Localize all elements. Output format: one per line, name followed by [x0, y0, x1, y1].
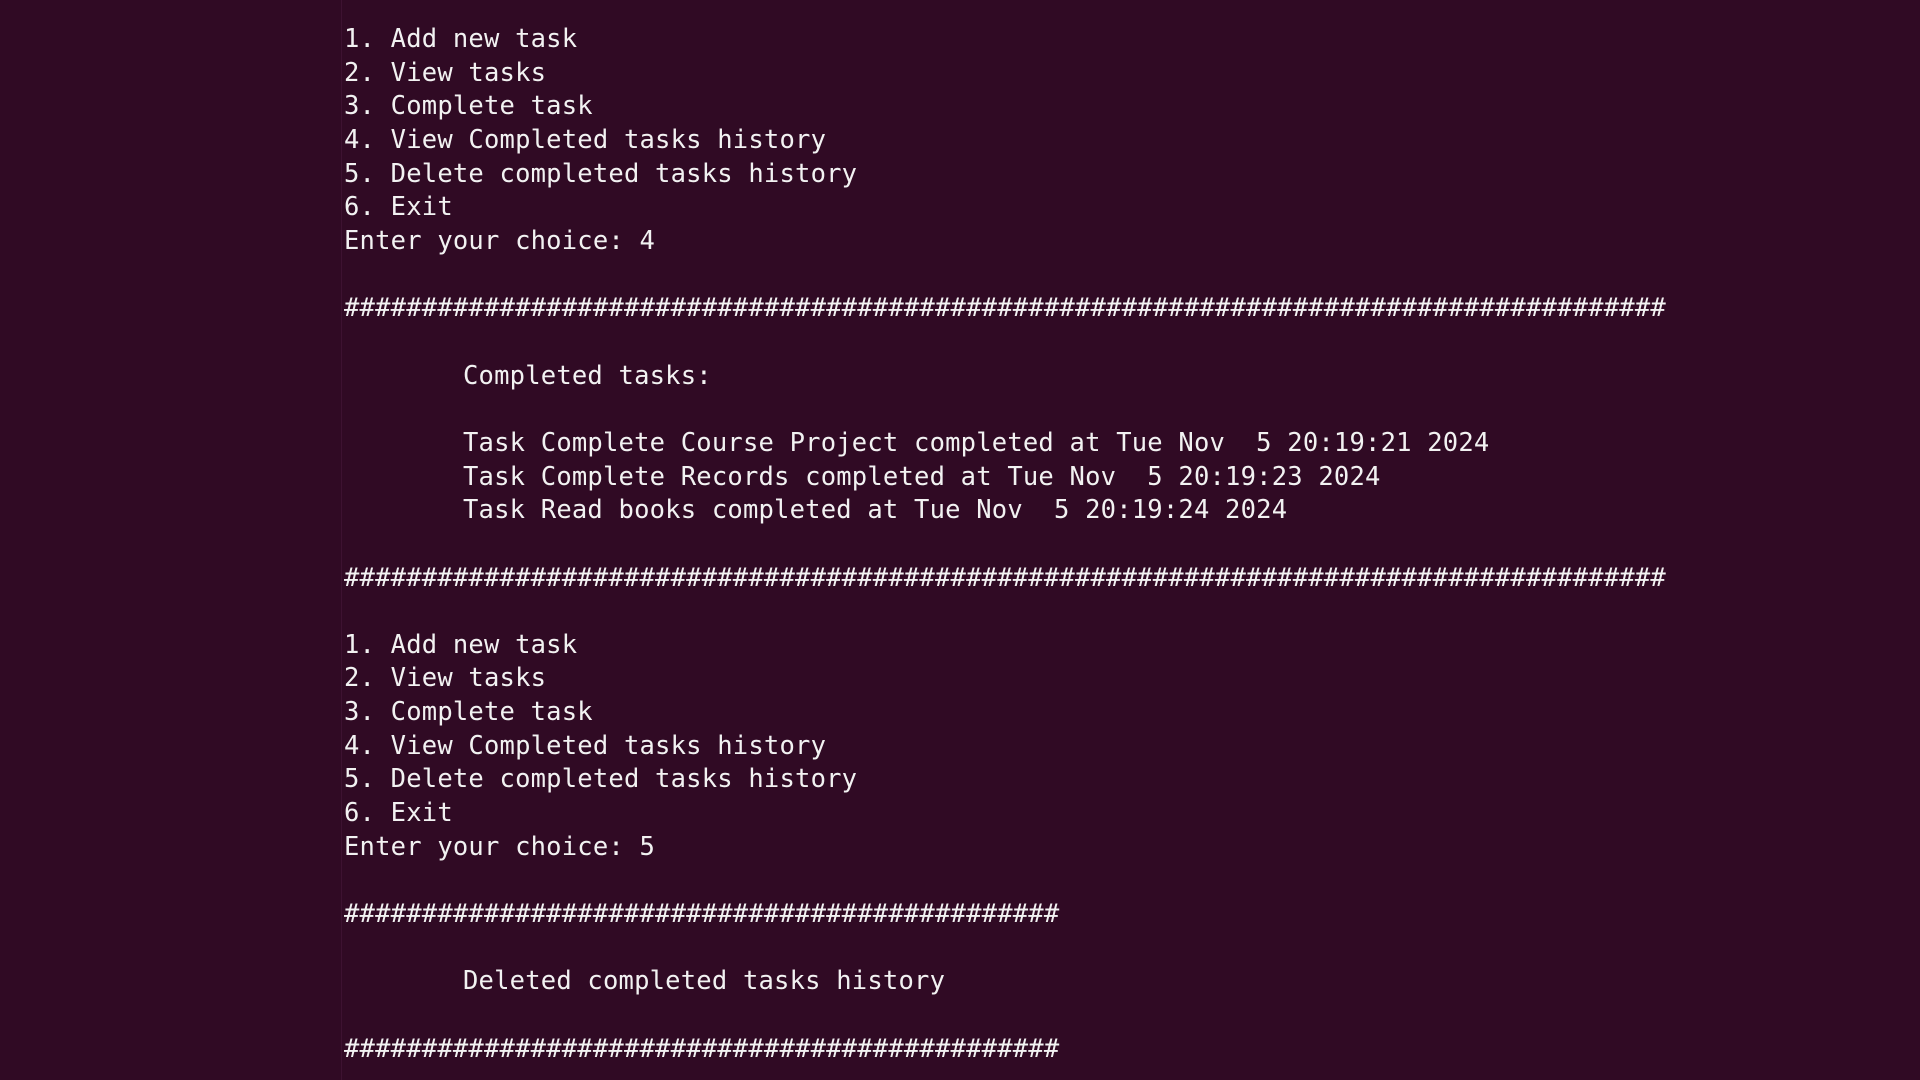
menu-item-exit: 6. Exit — [344, 798, 453, 829]
menu-item-complete-task: 3. Complete task — [344, 91, 593, 122]
terminal-output: 1. Add new task 2. View tasks 3. Complet… — [344, 23, 1666, 1066]
menu-item-view-completed-history: 4. View Completed tasks history — [344, 730, 827, 761]
completed-tasks-heading: Completed tasks: — [463, 360, 712, 391]
completed-task-line: Task Complete Course Project completed a… — [463, 427, 1490, 458]
separator-line: ########################################… — [344, 899, 1060, 930]
separator-line: ########################################… — [344, 562, 1666, 593]
menu-item-complete-task: 3. Complete task — [344, 697, 593, 728]
separator-line: ########################################… — [344, 1033, 1060, 1064]
menu-item-exit: 6. Exit — [344, 192, 453, 223]
choice-prompt: Enter your choice: 4 — [344, 225, 656, 256]
terminal-window[interactable]: 1. Add new task 2. View tasks 3. Complet… — [0, 0, 1920, 1080]
menu-item-delete-completed-history: 5. Delete completed tasks history — [344, 764, 858, 795]
menu-item-add-task: 1. Add new task — [344, 24, 578, 54]
menu-item-view-tasks: 2. View tasks — [344, 663, 547, 694]
completed-task-line: Task Read books completed at Tue Nov 5 2… — [463, 495, 1288, 526]
menu-item-view-tasks: 2. View tasks — [344, 57, 547, 88]
separator-line: ########################################… — [344, 293, 1666, 324]
menu-item-add-task: 1. Add new task — [344, 629, 578, 660]
choice-prompt: Enter your choice: 5 — [344, 831, 656, 862]
menu-item-view-completed-history: 4. View Completed tasks history — [344, 124, 827, 155]
menu-item-delete-completed-history: 5. Delete completed tasks history — [344, 158, 858, 189]
deleted-history-message: Deleted completed tasks history — [463, 966, 946, 997]
terminal-left-edge — [341, 0, 342, 1080]
completed-task-line: Task Complete Records completed at Tue N… — [463, 461, 1381, 492]
